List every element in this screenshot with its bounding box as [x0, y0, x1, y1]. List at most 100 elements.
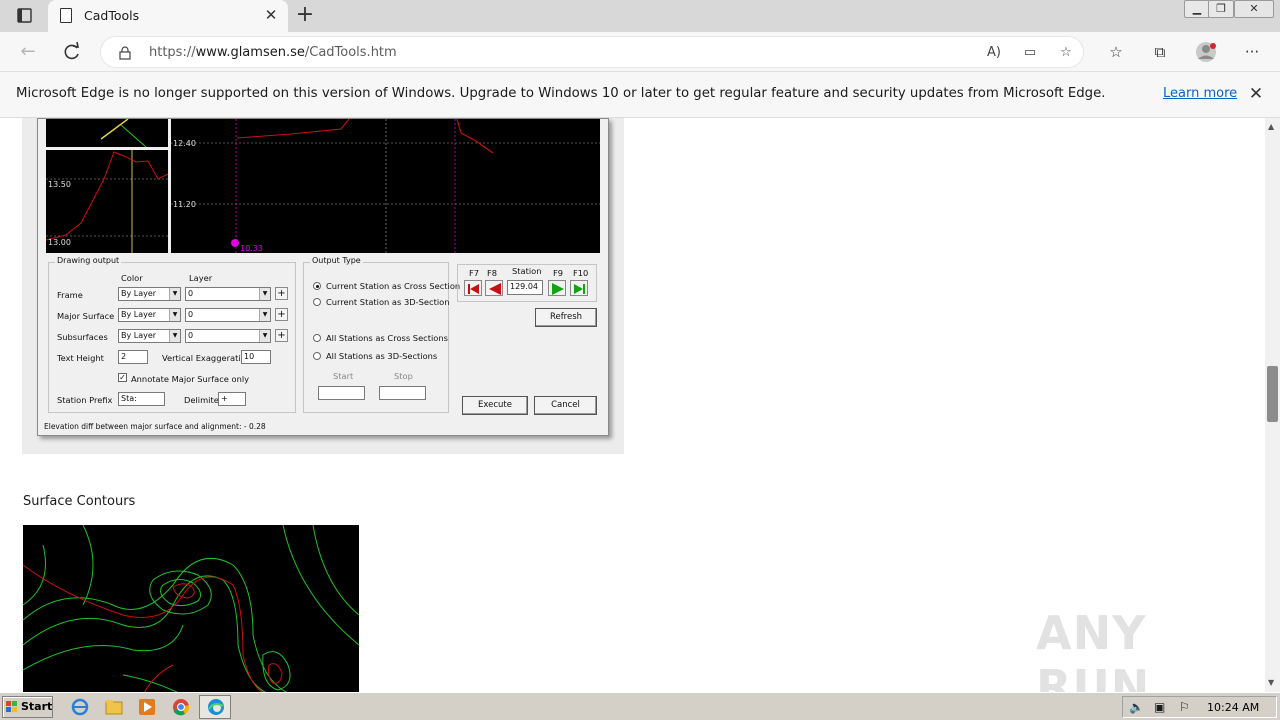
minimize-button[interactable]: ▁ — [1184, 0, 1210, 18]
learn-more-link[interactable]: Learn more — [1163, 86, 1237, 101]
chevron-down-icon: ▼ — [259, 330, 270, 342]
address-bar[interactable]: https://www.glamsen.se/CadTools.htm A) ▭… — [100, 36, 1084, 68]
profile-avatar[interactable] — [1194, 40, 1218, 64]
chrome-icon[interactable] — [171, 697, 191, 717]
cancel-button[interactable]: Cancel — [534, 396, 597, 415]
subsurfaces-label: Subsurfaces — [57, 332, 108, 342]
station-prefix-field[interactable]: Sta: — [118, 392, 165, 406]
previous-icon — [489, 283, 501, 295]
first-station-button[interactable] — [464, 280, 482, 296]
drawing-output-group: Drawing output Color Layer Frame By Laye… — [48, 256, 296, 413]
major-surface-layer-select[interactable]: 0 ▼ — [185, 308, 271, 322]
station-field[interactable]: 129.04 — [507, 280, 543, 295]
skip-last-icon — [574, 284, 585, 294]
cross-section-graph: 12.40 11.20 10.33 — [171, 119, 600, 253]
subsurfaces-layer-select[interactable]: 0 ▼ — [185, 329, 271, 343]
text-height-field[interactable]: 2 — [118, 350, 148, 364]
major-surface-color-select[interactable]: By Layer ▼ — [118, 308, 181, 322]
profile-label-upper: 13.50 — [48, 180, 71, 189]
edge-taskbar-button[interactable] — [199, 695, 231, 719]
chevron-down-icon: ▼ — [169, 288, 180, 300]
next-icon — [552, 283, 564, 295]
action-center-flag-icon[interactable]: ⚐ — [1179, 700, 1190, 714]
next-station-button[interactable] — [548, 280, 566, 296]
f9-label: F9 — [553, 268, 564, 278]
media-player-icon[interactable] — [137, 697, 157, 717]
option-current-3d-section: Current Station as 3D-Section — [326, 297, 450, 307]
windows-logo-icon — [6, 701, 17, 712]
dialog-status-text: Elevation diff between major surface and… — [44, 422, 266, 431]
refresh-button[interactable]: Refresh — [535, 308, 597, 327]
radio-current-cross-section[interactable] — [313, 282, 321, 290]
f8-label: F8 — [487, 268, 498, 278]
windows-taskbar: Start 🔈 ▣ ⚐ 10:24 AM — [0, 692, 1280, 720]
annotate-label: Annotate Major Surface only — [131, 374, 250, 384]
settings-more-icon[interactable]: ··· — [1240, 40, 1264, 64]
execute-button[interactable]: Execute — [462, 396, 528, 415]
previous-station-button[interactable] — [485, 280, 503, 296]
last-station-button[interactable] — [570, 280, 588, 296]
profile-label-lower: 13.00 — [48, 238, 71, 247]
output-type-group: Output Type Current Station as Cross Sec… — [303, 256, 460, 413]
page-scrollbar[interactable]: ▲ ▼ — [1265, 118, 1280, 692]
file-explorer-icon[interactable] — [104, 697, 124, 717]
surface-contours-image — [23, 525, 359, 692]
section-label-1: 12.40 — [173, 139, 196, 148]
tab-strip: CadTools ✕ + ▁ ❐ ✕ — [0, 0, 1280, 32]
internet-explorer-icon[interactable] — [70, 697, 90, 717]
station-marker-label: 10.33 — [240, 244, 263, 253]
drawing-output-legend: Drawing output — [55, 256, 122, 265]
scroll-down-icon[interactable]: ▼ — [1268, 678, 1274, 687]
read-aloud-icon[interactable]: A) — [983, 43, 1005, 63]
restore-button[interactable]: ❐ — [1208, 0, 1234, 18]
option-current-cross-section: Current Station as Cross Section — [326, 281, 461, 291]
annotate-checkbox[interactable]: ✓ — [118, 373, 127, 382]
unsupported-os-infobar: Microsoft Edge is no longer supported on… — [0, 72, 1280, 118]
delimiter-field[interactable]: + — [218, 392, 246, 406]
surface-contours-heading: Surface Contours — [23, 494, 136, 509]
scroll-up-icon[interactable]: ▲ — [1268, 122, 1274, 131]
vertical-exaggeration-field[interactable]: 10 — [241, 350, 271, 364]
stop-field[interactable] — [379, 386, 426, 400]
profile-graph: 13.50 13.00 — [46, 119, 169, 253]
radio-all-3d-sections[interactable] — [313, 352, 321, 360]
delimiter-label: Delimiter — [184, 395, 223, 405]
frame-add-button[interactable]: + — [275, 287, 288, 300]
tab-actions-button[interactable] — [8, 5, 40, 27]
subsurfaces-color-select[interactable]: By Layer ▼ — [118, 329, 181, 343]
immersive-reader-icon[interactable]: ▭ — [1019, 43, 1041, 63]
layer-header: Layer — [189, 273, 213, 283]
scrollbar-thumb[interactable] — [1267, 366, 1278, 422]
radio-current-3d-section[interactable] — [313, 298, 321, 306]
tab-actions-icon — [17, 8, 32, 23]
option-all-3d-sections: All Stations as 3D-Sections — [326, 351, 438, 361]
start-field[interactable] — [318, 386, 365, 400]
radio-all-cross-sections[interactable] — [313, 334, 321, 342]
back-button[interactable]: ← — [14, 38, 42, 66]
tab-close-icon[interactable]: ✕ — [262, 6, 280, 24]
major-surface-add-button[interactable]: + — [275, 308, 288, 321]
infobar-close-icon[interactable]: ✕ — [1246, 84, 1266, 104]
active-tab[interactable]: CadTools ✕ — [48, 0, 288, 32]
volume-icon[interactable]: 🔈 — [1129, 700, 1144, 714]
vertical-exaggeration-label: Vertical Exaggeration — [162, 353, 251, 363]
start-label: Start — [21, 700, 53, 713]
profile-icon — [1196, 42, 1216, 62]
new-tab-button[interactable]: + — [294, 4, 316, 27]
frame-layer-select[interactable]: 0 ▼ — [185, 287, 271, 301]
network-icon[interactable]: ▣ — [1154, 700, 1165, 714]
window-close-button[interactable]: ✕ — [1234, 0, 1274, 18]
reload-button[interactable] — [58, 38, 86, 66]
lock-icon — [119, 46, 131, 60]
frame-color-select[interactable]: By Layer ▼ — [118, 287, 181, 301]
collections-icon[interactable]: ⧉ — [1148, 40, 1172, 64]
start-button[interactable]: Start — [2, 696, 53, 718]
favorites-icon[interactable]: ☆ — [1104, 40, 1128, 64]
text-height-label: Text Height — [57, 353, 104, 363]
chevron-down-icon: ▼ — [259, 288, 270, 300]
add-favorite-icon[interactable]: ☆ — [1055, 43, 1077, 63]
subsurfaces-add-button[interactable]: + — [275, 329, 288, 342]
stop-label: Stop — [394, 371, 413, 381]
chevron-down-icon: ▼ — [259, 309, 270, 321]
frame-label: Frame — [57, 290, 83, 300]
